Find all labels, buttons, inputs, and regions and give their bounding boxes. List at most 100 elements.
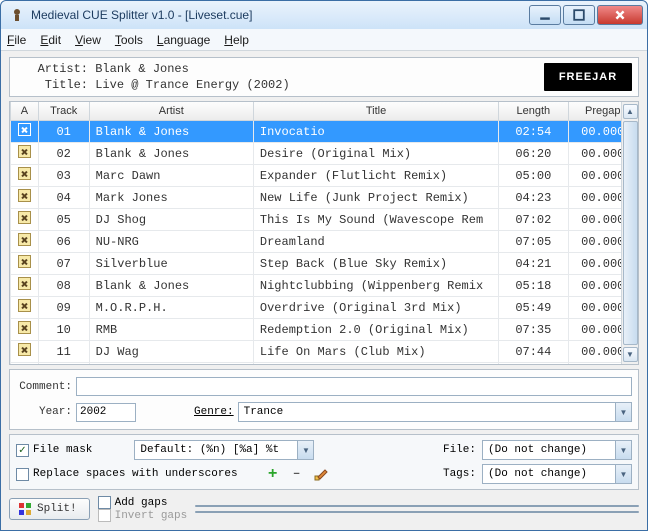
cell-title: New Life (Junk Project Remix) bbox=[253, 187, 498, 209]
cell-track: 12 bbox=[38, 363, 89, 365]
track-table: A Track Artist Title Length Pregap 01Bla… bbox=[9, 101, 639, 365]
row-action-icon[interactable] bbox=[18, 321, 31, 334]
cell-title: Expander (Flutlicht Remix) bbox=[253, 165, 498, 187]
table-row[interactable]: 09M.O.R.P.H.Overdrive (Original 3rd Mix)… bbox=[11, 297, 638, 319]
cell-length: 05:49 bbox=[499, 297, 568, 319]
filemask-label: File mask bbox=[33, 444, 92, 456]
table-row[interactable]: 03Marc DawnExpander (Flutlicht Remix)05:… bbox=[11, 165, 638, 187]
row-action-icon[interactable] bbox=[18, 189, 31, 202]
cell-title: This Is My Sound (Wavescope Rem bbox=[253, 209, 498, 231]
artist-value: Blank & Jones bbox=[95, 62, 189, 76]
cell-title: All Your Bass (Thomas Trouble R bbox=[253, 363, 498, 365]
table-row[interactable]: 04Mark JonesNew Life (Junk Project Remix… bbox=[11, 187, 638, 209]
cell-title: Desire (Original Mix) bbox=[253, 143, 498, 165]
close-button[interactable] bbox=[597, 5, 643, 25]
row-action-icon[interactable] bbox=[18, 123, 31, 136]
cell-track: 11 bbox=[38, 341, 89, 363]
filemask-checkbox[interactable]: ✓ File mask bbox=[16, 444, 92, 457]
split-icon bbox=[18, 502, 32, 516]
vertical-scrollbar[interactable]: ▲ ▼ bbox=[621, 102, 638, 364]
title-label: Title: bbox=[16, 78, 95, 92]
menu-language[interactable]: Language bbox=[157, 33, 210, 47]
scroll-up-icon[interactable]: ▲ bbox=[623, 104, 638, 119]
titlebar: Medieval CUE Splitter v1.0 - [Liveset.cu… bbox=[1, 1, 647, 29]
row-action-icon[interactable] bbox=[18, 255, 31, 268]
add-icon[interactable]: + bbox=[264, 465, 282, 483]
cell-artist: DJ Wag bbox=[89, 341, 253, 363]
cell-artist: M.O.R.P.H. bbox=[89, 297, 253, 319]
row-action-icon[interactable] bbox=[18, 211, 31, 224]
menu-help[interactable]: Help bbox=[224, 33, 249, 47]
invert-gaps-checkbox: Invert gaps bbox=[98, 509, 188, 522]
edit-icon[interactable] bbox=[312, 465, 330, 483]
row-action-icon[interactable] bbox=[18, 145, 31, 158]
col-track[interactable]: Track bbox=[38, 102, 89, 121]
chevron-down-icon[interactable]: ▼ bbox=[615, 403, 631, 421]
row-action-icon[interactable] bbox=[18, 299, 31, 312]
cell-track: 08 bbox=[38, 275, 89, 297]
app-icon bbox=[9, 7, 25, 23]
tags-combo[interactable]: (Do not change) ▼ bbox=[482, 464, 632, 484]
split-button[interactable]: Split! bbox=[9, 498, 90, 520]
file-combo[interactable]: (Do not change) ▼ bbox=[482, 440, 632, 460]
cell-length: 07:44 bbox=[499, 341, 568, 363]
table-row[interactable]: 02Blank & JonesDesire (Original Mix)06:2… bbox=[11, 143, 638, 165]
cell-length: 05:00 bbox=[499, 165, 568, 187]
minimize-button[interactable] bbox=[529, 5, 561, 25]
table-row[interactable]: 10RMBRedemption 2.0 (Original Mix)07:350… bbox=[11, 319, 638, 341]
cell-artist: NU-NRG bbox=[89, 231, 253, 253]
genre-combo[interactable]: Trance ▼ bbox=[238, 402, 632, 422]
split-row: Split! Add gaps Invert gaps bbox=[9, 494, 639, 522]
cell-artist: DJ Virus bbox=[89, 363, 253, 365]
menu-file[interactable]: File bbox=[7, 33, 26, 47]
menu-view[interactable]: View bbox=[75, 33, 101, 47]
chevron-down-icon[interactable]: ▼ bbox=[615, 441, 631, 459]
file-label: File: bbox=[443, 444, 476, 456]
row-action-icon[interactable] bbox=[18, 343, 31, 356]
menu-tools[interactable]: Tools bbox=[115, 33, 143, 47]
cell-artist: Marc Dawn bbox=[89, 165, 253, 187]
year-label: Year: bbox=[16, 406, 72, 418]
scroll-thumb[interactable] bbox=[623, 121, 638, 345]
cell-track: 05 bbox=[38, 209, 89, 231]
genre-value: Trance bbox=[239, 406, 615, 418]
cell-length: 05:18 bbox=[499, 275, 568, 297]
maximize-button[interactable] bbox=[563, 5, 595, 25]
content-area: Artist: Blank & Jones Title: Live @ Tran… bbox=[1, 51, 647, 530]
table-row[interactable]: 06NU-NRGDreamland07:0500.000 bbox=[11, 231, 638, 253]
cell-length: 04:01 bbox=[499, 363, 568, 365]
replace-spaces-checkbox[interactable]: Replace spaces with underscores bbox=[16, 468, 238, 481]
table-row[interactable]: 01Blank & JonesInvocatio02:5400.000 bbox=[11, 121, 638, 143]
table-row[interactable]: 08Blank & JonesNightclubbing (Wippenberg… bbox=[11, 275, 638, 297]
cell-artist: DJ Shog bbox=[89, 209, 253, 231]
scroll-down-icon[interactable]: ▼ bbox=[623, 347, 638, 362]
col-a[interactable]: A bbox=[11, 102, 39, 121]
replace-label: Replace spaces with underscores bbox=[33, 468, 238, 480]
menu-edit[interactable]: Edit bbox=[40, 33, 61, 47]
col-title[interactable]: Title bbox=[253, 102, 498, 121]
info-panel: Artist: Blank & Jones Title: Live @ Tran… bbox=[9, 57, 639, 97]
row-action-icon[interactable] bbox=[18, 277, 31, 290]
year-input[interactable] bbox=[76, 403, 136, 422]
chevron-down-icon[interactable]: ▼ bbox=[297, 441, 313, 459]
row-action-icon[interactable] bbox=[18, 167, 31, 180]
table-row[interactable]: 05DJ ShogThis Is My Sound (Wavescope Rem… bbox=[11, 209, 638, 231]
cell-length: 04:23 bbox=[499, 187, 568, 209]
cell-artist: Silverblue bbox=[89, 253, 253, 275]
cell-artist: RMB bbox=[89, 319, 253, 341]
comment-input[interactable] bbox=[76, 377, 632, 396]
cell-title: Nightclubbing (Wippenberg Remix bbox=[253, 275, 498, 297]
col-artist[interactable]: Artist bbox=[89, 102, 253, 121]
remove-icon[interactable]: − bbox=[288, 465, 306, 483]
col-length[interactable]: Length bbox=[499, 102, 568, 121]
chevron-down-icon[interactable]: ▼ bbox=[615, 465, 631, 483]
filemask-combo[interactable]: Default: (%n) [%a] %t ▼ bbox=[134, 440, 314, 460]
cell-length: 02:54 bbox=[499, 121, 568, 143]
row-action-icon[interactable] bbox=[18, 233, 31, 246]
add-gaps-checkbox[interactable]: Add gaps bbox=[98, 496, 188, 509]
table-row[interactable]: 07SilverblueStep Back (Blue Sky Remix)04… bbox=[11, 253, 638, 275]
table-row[interactable]: 12DJ VirusAll Your Bass (Thomas Trouble … bbox=[11, 363, 638, 365]
app-window: Medieval CUE Splitter v1.0 - [Liveset.cu… bbox=[0, 0, 648, 531]
table-row[interactable]: 11DJ WagLife On Mars (Club Mix)07:4400.0… bbox=[11, 341, 638, 363]
cell-length: 06:20 bbox=[499, 143, 568, 165]
